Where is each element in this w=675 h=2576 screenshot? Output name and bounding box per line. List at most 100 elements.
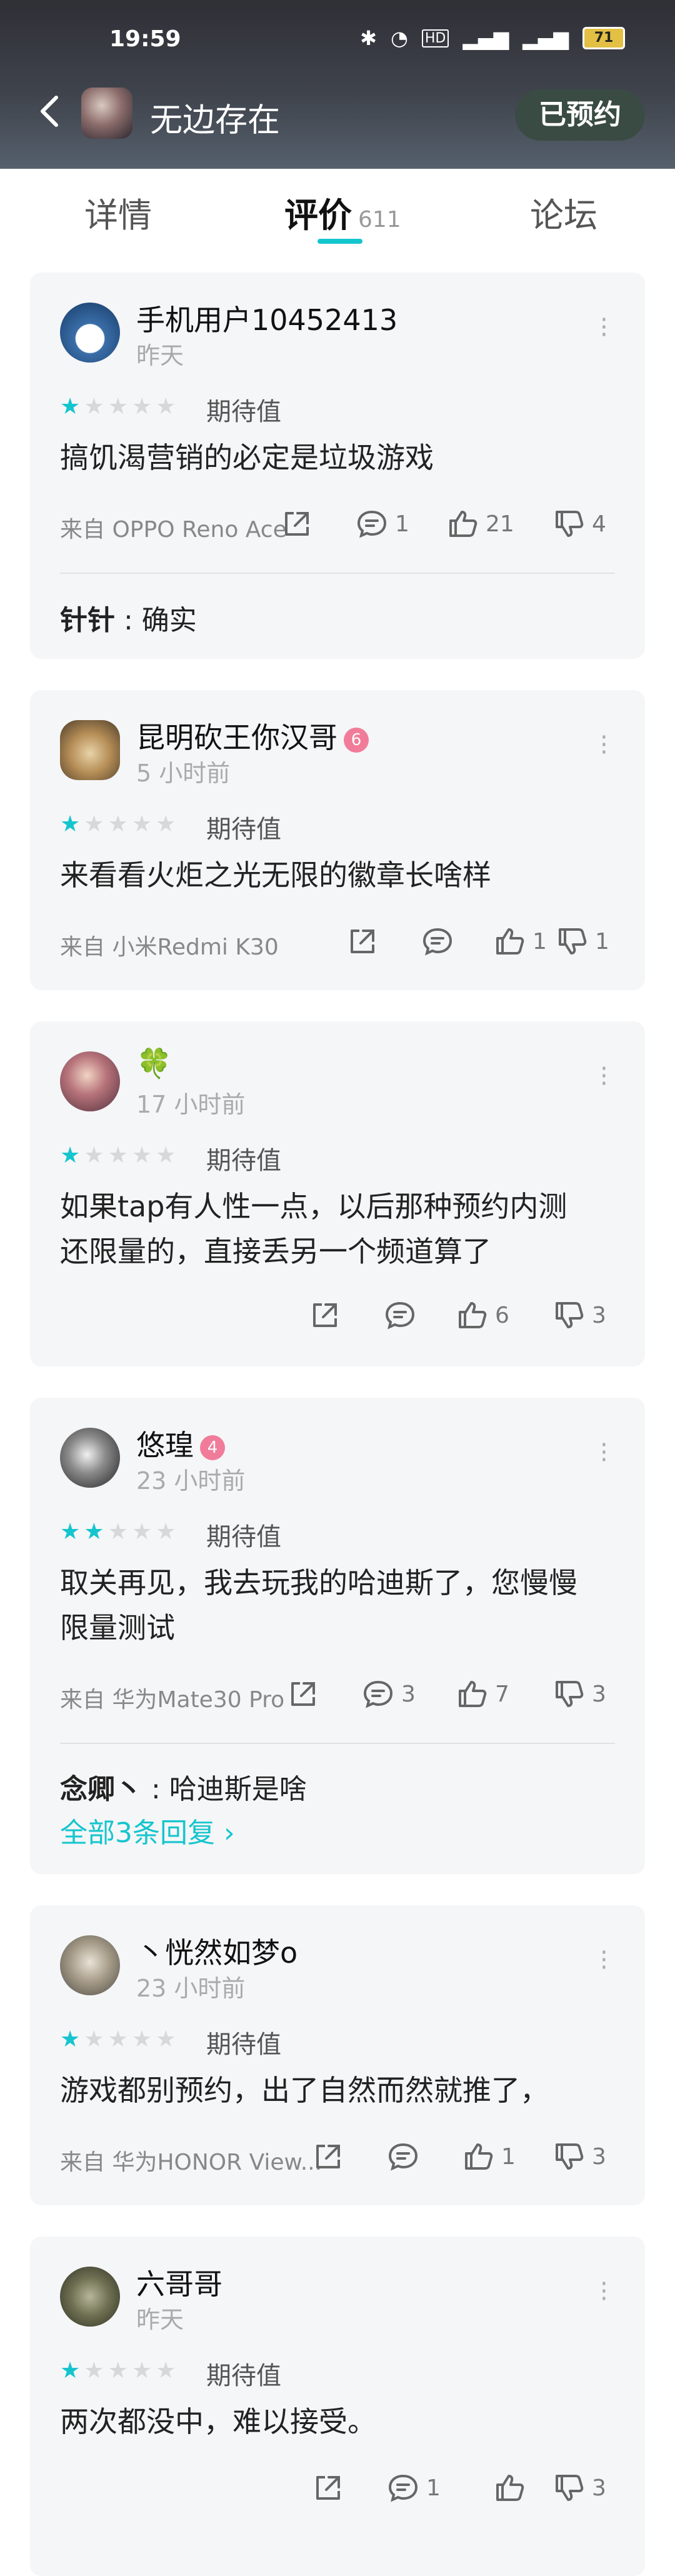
like-count: 21 [486,511,514,537]
dislike-count: 3 [592,1302,606,1328]
star-filled-icon: ★ [60,2358,81,2383]
dislike-count: 3 [592,1681,606,1707]
more-options-icon[interactable]: · · · [600,1433,608,1473]
more-options-icon[interactable]: · · · [600,308,608,348]
review-meta: 来自 OPPO Reno Ace 1 21 4 [30,505,645,543]
comment-icon [386,2471,420,2505]
star-empty-icon: ★ [84,811,104,837]
thumbs-up-icon [492,925,526,958]
back-arrow-icon[interactable] [38,93,62,127]
star-empty-icon: ★ [131,1143,152,1168]
star-empty-icon: ★ [108,394,128,419]
like-button[interactable]: 6 [455,1296,509,1334]
username-text: 悠瑝 [136,1428,194,1462]
status-icons: ✱ ◔ HD ▂▄▆ ▂▄▆ 71 [360,26,625,50]
star-filled-icon: ★ [84,1519,104,1545]
avatar[interactable] [60,303,120,363]
username[interactable]: 悠瑝 4 [136,1423,225,1464]
dislike-button[interactable]: 4 [552,505,606,543]
username[interactable]: 六哥哥 [136,2262,222,2303]
review-card[interactable]: 悠瑝 4 23 小时前 · · · ★ ★ ★ ★ ★ 期待值 取关再见，我去玩我的哈迪斯了，… [30,1398,645,1874]
tab-details[interactable]: 详情 [84,188,152,237]
star-rating: ★ ★ ★ ★ ★ [60,1520,176,1545]
share-button[interactable] [308,1296,342,1334]
star-empty-icon: ★ [108,2358,128,2383]
status-bar: 19:59 ✱ ◔ HD ▂▄▆ ▂▄▆ 71 [0,26,675,58]
star-filled-icon: ★ [60,1143,81,1168]
like-button[interactable]: 1 [492,923,547,960]
comment-button[interactable] [386,2138,420,2175]
reserved-button[interactable]: 已预约 [515,89,645,141]
review-card[interactable]: 🍀 17 小时前 · · · ★ ★ ★ ★ ★ 期待值 如果tap有人性一点，以后那种预约… [30,1021,645,1366]
comment-button[interactable] [383,1296,417,1334]
reply-preview[interactable]: 念卿丶 : 哈迪斯是啥 [60,1767,307,1807]
review-time: 昨天 [136,2306,184,2333]
like-button[interactable]: 1 [461,2138,516,2175]
tab-reviews[interactable]: 评价 611 [284,188,401,237]
like-button[interactable]: 7 [455,1675,509,1713]
comment-count: 1 [395,511,409,537]
more-options-icon[interactable]: · · · [600,2272,608,2312]
thumbs-down-icon [552,2140,586,2173]
dislike-button[interactable]: 3 [552,1675,606,1713]
star-empty-icon: ★ [131,2027,152,2052]
thumbs-up-icon [461,2140,495,2173]
dislike-button[interactable]: 3 [552,2138,606,2175]
like-button[interactable] [492,2469,526,2507]
star-filled-icon: ★ [60,394,81,419]
dislike-button[interactable]: 3 [552,1296,606,1334]
level-badge-icon: 6 [344,727,369,753]
review-card[interactable]: 丶恍然如梦o 23 小时前 · · · ★ ★ ★ ★ ★ 期待值 游戏都别预约，出了自然而… [30,1905,645,2205]
comment-button[interactable] [421,923,454,960]
review-count: 611 [358,207,401,233]
review-card[interactable]: 六哥哥 昨天 · · · ★ ★ ★ ★ ★ 期待值 两次都没中，难以接受。 1 3 [30,2237,645,2576]
reply-preview[interactable]: 针针 : 确实 [60,598,197,638]
share-button[interactable] [286,1675,320,1713]
share-button[interactable] [311,2138,345,2175]
comment-button[interactable]: 1 [355,505,409,543]
more-options-icon[interactable]: · · · [600,1940,608,1980]
username[interactable]: 手机用户10452413 [136,298,398,339]
share-button[interactable] [280,505,314,543]
reply-text: : 哈迪斯是啥 [142,1773,307,1805]
dislike-button[interactable]: 1 [555,923,609,960]
review-meta: 6 3 [30,1296,645,1334]
avatar[interactable] [60,720,120,780]
app-header: 19:59 ✱ ◔ HD ▂▄▆ ▂▄▆ 71 无边存在 已预约 [0,0,675,169]
review-card[interactable]: 昆明砍王你汉哥 6 5 小时前 · · · ★ ★ ★ ★ ★ 期待值 来看看火炬之光无限的徽… [30,690,645,990]
username[interactable]: 🍀 [136,1046,172,1081]
avatar[interactable] [60,2267,120,2327]
divider [60,573,615,574]
status-time: 19:59 [109,26,181,52]
star-empty-icon: ★ [108,811,128,837]
comment-button[interactable]: 1 [386,2469,441,2507]
comment-icon [361,1677,395,1711]
share-button[interactable] [346,923,379,960]
username[interactable]: 昆明砍王你汉哥 6 [136,715,369,756]
review-card[interactable]: 手机用户10452413 昨天 · · · ★ ★ ★ ★ ★ 期待值 搞饥渴营销的必定是垃… [30,273,645,659]
thumbs-down-icon [552,1677,586,1711]
comment-icon [421,925,454,958]
more-options-icon[interactable]: · · · [600,1056,608,1096]
like-button[interactable]: 21 [446,505,514,543]
tab-forum[interactable]: 论坛 [530,188,598,237]
more-options-icon[interactable]: · · · [600,725,608,765]
avatar[interactable] [60,1935,120,1995]
share-button[interactable] [311,2469,345,2507]
username[interactable]: 丶恍然如梦o [136,1930,298,1972]
star-empty-icon: ★ [84,394,104,419]
star-rating: ★ ★ ★ ★ ★ [60,394,176,419]
review-text-line: 取关再见，我去玩我的哈迪斯了，您慢慢 [60,1566,578,1600]
dislike-button[interactable]: 3 [552,2469,606,2507]
avatar[interactable] [60,1051,120,1111]
review-time: 17 小时前 [136,1091,246,1118]
comment-button[interactable]: 3 [361,1675,416,1713]
star-empty-icon: ★ [108,2027,128,2052]
wifi-icon: ◔ [390,26,408,50]
all-replies-link[interactable]: 全部3条回复 › [60,1810,235,1850]
star-empty-icon: ★ [131,1519,152,1545]
bluetooth-icon: ✱ [360,26,377,50]
app-icon [81,88,132,139]
star-empty-icon: ★ [156,394,176,419]
avatar[interactable] [60,1428,120,1488]
